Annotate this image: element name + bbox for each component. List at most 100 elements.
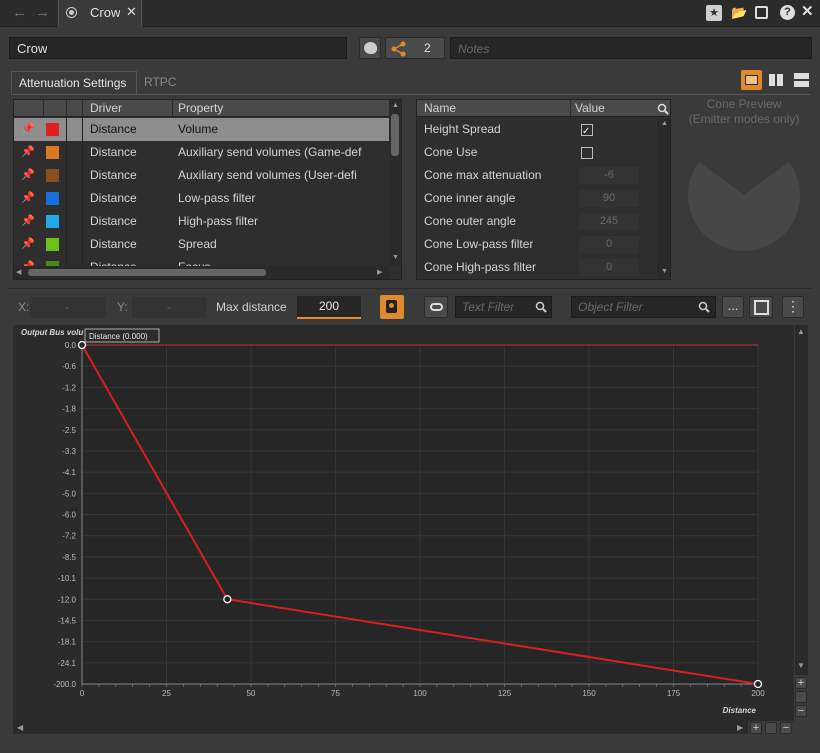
y-tick-label: -3.3 [62,447,76,456]
property-column-header[interactable]: Property [178,101,223,115]
table-horizontal-scrollbar[interactable]: ◀ ▶ [14,266,389,279]
property-name: Height Spread [424,122,501,136]
pin-icon[interactable]: 📌 [20,210,36,233]
scroll-down-icon[interactable]: ▼ [797,661,805,670]
back-arrow-icon[interactable]: ← [12,4,28,22]
layout-vertical-split-button[interactable] [766,70,787,90]
close-window-icon[interactable]: ✕ [801,3,817,21]
zoom-fit-x-button[interactable] [765,722,777,734]
name-column-header[interactable]: Name [424,101,456,115]
max-distance-value: 200 [318,299,340,313]
scroll-thumb[interactable] [391,114,399,156]
scroll-down-icon[interactable]: ▼ [661,268,668,275]
x-value-field[interactable]: - [30,297,106,318]
pin-icon[interactable]: 📌 [20,256,36,266]
table-row[interactable]: 📌 Distance Spread [14,233,389,256]
property-row-cone-use: Cone Use [417,141,657,164]
browse-objects-button[interactable]: ... [722,296,744,318]
pin-icon[interactable]: 📌 [20,118,36,141]
row-driver: Distance [90,237,137,251]
cone-use-checkbox[interactable] [581,147,593,159]
more-options-button[interactable]: ⋮ [782,296,804,318]
header-divider [570,100,571,117]
max-distance-field[interactable]: 200 [297,296,361,319]
cone-low-pass-slider[interactable]: 0 [579,236,639,253]
x-tick-label: 75 [331,689,340,698]
pin-icon[interactable]: 📌 [20,141,36,164]
cone-preview-subtitle: (Emitter modes only) [688,112,800,126]
layout-horizontal-split-button[interactable] [791,70,812,90]
property-name: Cone Low-pass filter [424,237,534,251]
scroll-up-icon[interactable]: ▲ [661,120,668,127]
notes-field[interactable]: Notes [450,37,812,59]
toolbar-divider [9,288,812,289]
property-name: Cone outer angle [424,214,517,228]
table-row[interactable]: 📌 Distance Low-pass filter [14,187,389,210]
search-icon[interactable] [657,103,669,115]
zoom-out-y-button[interactable]: − [795,705,807,717]
table-vertical-scrollbar[interactable]: ▲ ▼ [389,100,401,266]
open-folder-icon[interactable]: 📂 [731,5,747,21]
scroll-right-icon[interactable]: ▶ [377,268,382,276]
share-references-button[interactable]: 2 [385,37,445,59]
height-spread-checkbox[interactable]: ✓ [581,124,593,137]
close-tab-icon[interactable]: ✕ [126,4,137,20]
object-name-field[interactable]: Crow [9,37,347,59]
y-value-field[interactable]: - [132,297,206,318]
y-tick-label: -24.1 [58,659,77,668]
pin-icon[interactable]: 📌 [20,164,36,187]
scroll-right-icon[interactable]: ▶ [737,723,743,732]
speaker-link-icon-cone [389,303,394,308]
graph-vertical-scrollbar[interactable]: ▲ ▼ [795,325,808,675]
text-filter-field[interactable]: Text Filter [455,296,552,318]
tab-rtpc[interactable]: RTPC [137,71,187,95]
zoom-fit-y-button[interactable] [795,691,807,703]
cone-outer-angle-slider[interactable]: 245 [579,213,639,230]
table-row[interactable]: 📌 Distance Volume [14,118,389,141]
h-scroll-thumb[interactable] [28,269,266,276]
link-filters-button[interactable] [424,296,448,318]
row-divider [66,118,67,266]
save-icon[interactable] [755,6,768,19]
row-driver: Distance [90,214,137,228]
graph-horizontal-scrollbar[interactable]: ◀ ▶ [13,721,748,734]
tab-attenuation-settings[interactable]: Attenuation Settings [11,71,137,95]
scroll-down-icon[interactable]: ▼ [392,254,399,261]
pin-icon[interactable]: 📌 [20,233,36,256]
zoom-in-x-button[interactable]: + [750,722,762,734]
scroll-up-icon[interactable]: ▲ [392,102,399,109]
zoom-in-y-button[interactable]: + [795,677,807,689]
zoom-out-x-button[interactable]: − [780,722,792,734]
layout-single-button[interactable] [741,70,762,90]
object-filter-field[interactable]: Object Filter [571,296,716,318]
pin-icon[interactable]: 📌 [20,187,36,210]
forward-arrow-icon[interactable]: → [35,4,51,22]
attenuation-curve-chart[interactable]: 0.0 -0.6 -1.2 -1.8 -2.5 -3.3 -4.1 -5.0 -6.0 -7.2 -… [13,325,794,721]
share-count: 2 [424,41,431,55]
curve-point [753,679,763,689]
value-column-header[interactable]: Value [575,101,605,115]
properties-scrollbar[interactable]: ▲ ▼ [657,118,670,279]
cone-high-pass-slider[interactable]: 0 [579,259,639,276]
cone-max-attenuation-slider[interactable]: -6 [579,167,639,184]
header-divider [82,100,83,117]
table-row[interactable]: 📌 Distance Auxiliary send volumes (Game-… [14,141,389,164]
color-palette-button[interactable] [359,37,381,59]
scroll-left-icon[interactable]: ◀ [17,723,23,732]
property-row-cone-max-attenuation: Cone max attenuation -6 [417,164,657,187]
header-divider [66,100,67,117]
table-row[interactable]: 📌 Distance Focus [14,256,389,266]
scroll-up-icon[interactable]: ▲ [797,327,805,336]
scroll-left-icon[interactable]: ◀ [16,268,21,276]
driver-column-header[interactable]: Driver [90,101,122,115]
cone-inner-angle-slider[interactable]: 90 [579,190,639,207]
variables-button[interactable] [749,296,773,318]
table-row[interactable]: 📌 Distance Auxiliary send volumes (User-… [14,164,389,187]
pin-window-icon[interactable]: ★ [706,5,722,21]
help-icon[interactable]: ? [780,5,795,20]
row-driver: Distance [90,191,137,205]
table-row[interactable]: 📌 Distance High-pass filter [14,210,389,233]
y-axis-title: Output Bus volu [21,328,83,337]
link-max-distance-button[interactable] [380,295,404,319]
document-tab[interactable]: Crow ✕ [58,0,142,27]
